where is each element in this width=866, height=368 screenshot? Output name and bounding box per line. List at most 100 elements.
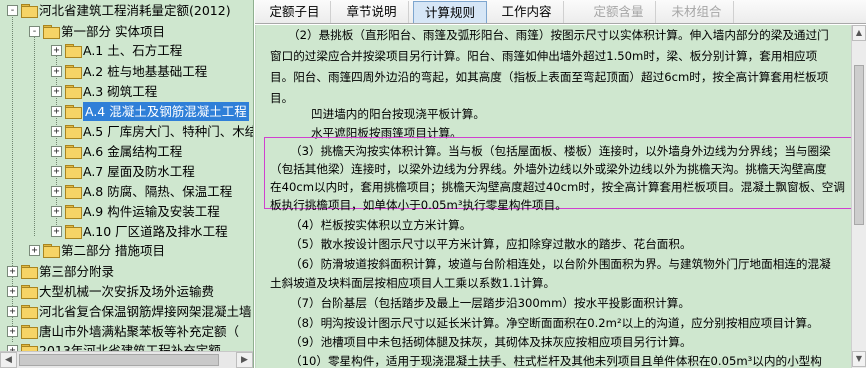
tree-item-label: A.3 砌筑工程 — [83, 84, 158, 99]
scroll-down-arrow-icon[interactable]: ▼ — [852, 351, 866, 367]
tree-item-a9[interactable]: + A.9 构件运输及安装工程 — [0, 202, 253, 221]
tree-item-tangshan[interactable]: + 唐山市外墙满粘聚苯板等补充定额（ — [0, 322, 253, 341]
rule-line: 目。阳台、雨篷四周外边沿的弯起，如其高度（指板上表面至弯起顶面）超过6cm时，按… — [270, 70, 829, 84]
tree-item-label: 第三部分附录 — [39, 264, 115, 279]
tab-quota-content: 定额含量 — [582, 1, 656, 23]
expand-icon[interactable]: + — [51, 86, 62, 97]
tree-item-a1[interactable]: + A.1 土、石方工程 — [0, 41, 253, 60]
scroll-left-arrow-icon[interactable]: ◀ — [0, 352, 17, 368]
tree-item-part-1[interactable]: - 第一部分 实体项目 — [0, 22, 253, 41]
tree-item-label: A.9 构件运输及安装工程 — [83, 204, 220, 219]
collapse-icon[interactable]: - — [7, 5, 18, 16]
tree-item-a6[interactable]: + A.6 金属结构工程 — [0, 142, 253, 161]
tree-item-label: A.6 金属结构工程 — [83, 144, 183, 159]
tree-horizontal-scrollbar[interactable]: ◀ ▶ — [0, 351, 253, 368]
expand-icon[interactable]: + — [7, 326, 18, 337]
tab-material-combination: 未材组合 — [660, 1, 734, 23]
expand-icon[interactable]: + — [51, 166, 62, 177]
folder-icon — [65, 225, 82, 239]
tree-item-label: 大型机械一次安拆及场外运输费 — [39, 284, 215, 299]
collapse-icon[interactable]: - — [29, 26, 40, 37]
tab-bar: 定额子目 章节说明 计算规则 工作内容 定额含量 未材组合 — [255, 0, 866, 24]
tree-item-label: 唐山市外墙满粘聚苯板等补充定额（ — [39, 324, 240, 339]
rule-line: 凹进墙内的阳台按现浇平板计算。 — [311, 107, 485, 121]
folder-icon — [65, 65, 82, 79]
tab-quota-items[interactable]: 定额子目 — [259, 1, 331, 23]
tree-item-label: A.1 土、石方工程 — [83, 43, 183, 58]
tree-item-label: A.4 混凝土及钢筋混凝土工程 — [83, 102, 249, 121]
tree-item-label: A.8 防腐、隔热、保温工程 — [83, 184, 233, 199]
expand-icon[interactable]: + — [29, 245, 40, 256]
rule-line: （4）栏板按实体积以立方米计算。 — [290, 218, 472, 232]
tree-item-label: A.10 厂区道路及排水工程 — [83, 224, 228, 239]
folder-icon — [65, 105, 82, 119]
chapter-tree[interactable]: - 河北省建筑工程消耗量定额(2012) - 第一部分 实体项目 + A.1 土… — [0, 0, 254, 368]
folder-icon — [21, 325, 38, 339]
tree-item-part-3[interactable]: + 第三部分附录 — [0, 262, 253, 281]
folder-icon — [65, 145, 82, 159]
detail-panel: 定额子目 章节说明 计算规则 工作内容 定额含量 未材组合 （2）悬挑板（直形阳… — [255, 0, 866, 368]
rule-line: （6）防滑坡道按斜面积计算，坡道与台阶相连处，以台阶外围面积为界。与建筑物外门厅… — [290, 257, 831, 271]
tree-item-a4[interactable]: + A.4 混凝土及钢筋混凝土工程 — [0, 102, 253, 121]
rules-text-area[interactable]: （2）悬挑板（直形阳台、雨篷及弧形阳台、雨篷）按图示尺寸以实体积计算。伸入墙内部… — [255, 25, 851, 368]
tree-item-a10[interactable]: + A.10 厂区道路及排水工程 — [0, 222, 253, 241]
expand-icon[interactable]: + — [7, 286, 18, 297]
tree-item-label: 第一部分 实体项目 — [61, 24, 165, 39]
expand-icon[interactable]: + — [51, 106, 62, 117]
rule-line: （5）散水按设计图示尺寸以平方米计算，应扣除穿过散水的踏步、花台面积。 — [290, 237, 692, 251]
rule-line: 窗口的过梁应合并按梁项目另行计算。阳台、雨篷如伸出墙外超过1.50m时，梁、板分… — [270, 49, 818, 63]
folder-icon — [21, 305, 38, 319]
folder-icon — [21, 285, 38, 299]
expand-icon[interactable]: + — [51, 66, 62, 77]
scrollbar-thumb[interactable] — [854, 65, 864, 225]
folder-icon — [21, 4, 38, 18]
folder-icon — [65, 165, 82, 179]
expand-icon[interactable]: + — [51, 146, 62, 157]
tree-item-a8[interactable]: + A.8 防腐、隔热、保温工程 — [0, 182, 253, 201]
rule-line: （2）悬挑板（直形阳台、雨篷及弧形阳台、雨篷）按图示尺寸以实体积计算。伸入墙内部… — [288, 28, 829, 42]
rule-line: 土斜坡道及块料面层按相应项目人工乘以系数1.1计算。 — [270, 276, 556, 290]
expand-icon[interactable]: + — [51, 45, 62, 56]
expand-icon[interactable]: + — [51, 206, 62, 217]
expand-icon[interactable]: + — [51, 126, 62, 137]
expand-icon[interactable]: + — [7, 306, 18, 317]
folder-icon — [65, 205, 82, 219]
expand-icon[interactable]: + — [7, 266, 18, 277]
folder-icon — [65, 44, 82, 58]
scrollbar-thumb[interactable] — [19, 354, 219, 366]
tree-item-label: A.2 桩与地基基础工程 — [83, 64, 208, 79]
folder-icon — [43, 244, 60, 258]
folder-icon — [21, 265, 38, 279]
tree-item-label: A.5 厂库房大门、特种门、木结构 — [83, 124, 254, 139]
folder-icon — [65, 85, 82, 99]
scroll-right-arrow-icon[interactable]: ▶ — [236, 352, 253, 368]
tree-item-a2[interactable]: + A.2 桩与地基基础工程 — [0, 62, 253, 81]
tree-item-label: A.7 屋面及防水工程 — [83, 164, 195, 179]
tab-chapter-notes[interactable]: 章节说明 — [335, 1, 409, 23]
expand-icon[interactable]: + — [51, 186, 62, 197]
tree-item-label: 河北省复合保温钢筋焊接网架混凝土墙 — [39, 304, 252, 319]
rule-line: （10）零星构件，适用于现浇混凝土扶手、柱式栏杆及其他未列项目且单件体积在0.0… — [290, 354, 822, 368]
rule-line: 板执行挑檐项目，如单体小于0.05m³执行零星构件项目。 — [270, 198, 567, 212]
tree-item-a7[interactable]: + A.7 屋面及防水工程 — [0, 162, 253, 181]
scroll-up-arrow-icon[interactable]: ▲ — [852, 25, 866, 41]
rule-line: （7）台阶基层（包括踏步及最上一层踏步沿300mm）按水平投影面积计算。 — [290, 296, 690, 310]
rule-line: （9）池槽项目中未包括砌体腿及抹灰，其砌体及抹灰应按相应项目另行计算。 — [290, 335, 692, 349]
tree-item-label: 河北省建筑工程消耗量定额(2012) — [39, 3, 231, 18]
folder-icon — [65, 125, 82, 139]
folder-icon — [65, 185, 82, 199]
tree-item-root[interactable]: - 河北省建筑工程消耗量定额(2012) — [0, 1, 253, 20]
tree-item-machinery[interactable]: + 大型机械一次安拆及场外运输费 — [0, 282, 253, 301]
content-vertical-scrollbar[interactable]: ▲ ▼ — [851, 25, 866, 368]
tab-work-content[interactable]: 工作内容 — [490, 1, 564, 23]
tree-item-composite-wall[interactable]: + 河北省复合保温钢筋焊接网架混凝土墙 — [0, 302, 253, 321]
tab-calculation-rules[interactable]: 计算规则 — [413, 1, 487, 23]
expand-icon[interactable]: + — [51, 226, 62, 237]
rule-line: 目。 — [270, 91, 294, 105]
tree-item-a5[interactable]: + A.5 厂库房大门、特种门、木结构 — [0, 122, 254, 141]
rule-line: （8）明沟按设计图示尺寸以延长米计算。净空断面面积在0.2m²以上的沟道，应分别… — [290, 316, 819, 330]
folder-icon — [43, 25, 60, 39]
tree-item-part-2[interactable]: + 第二部分 措施项目 — [0, 241, 253, 260]
tree-item-label: 第二部分 措施项目 — [61, 243, 165, 258]
tree-item-a3[interactable]: + A.3 砌筑工程 — [0, 82, 253, 101]
